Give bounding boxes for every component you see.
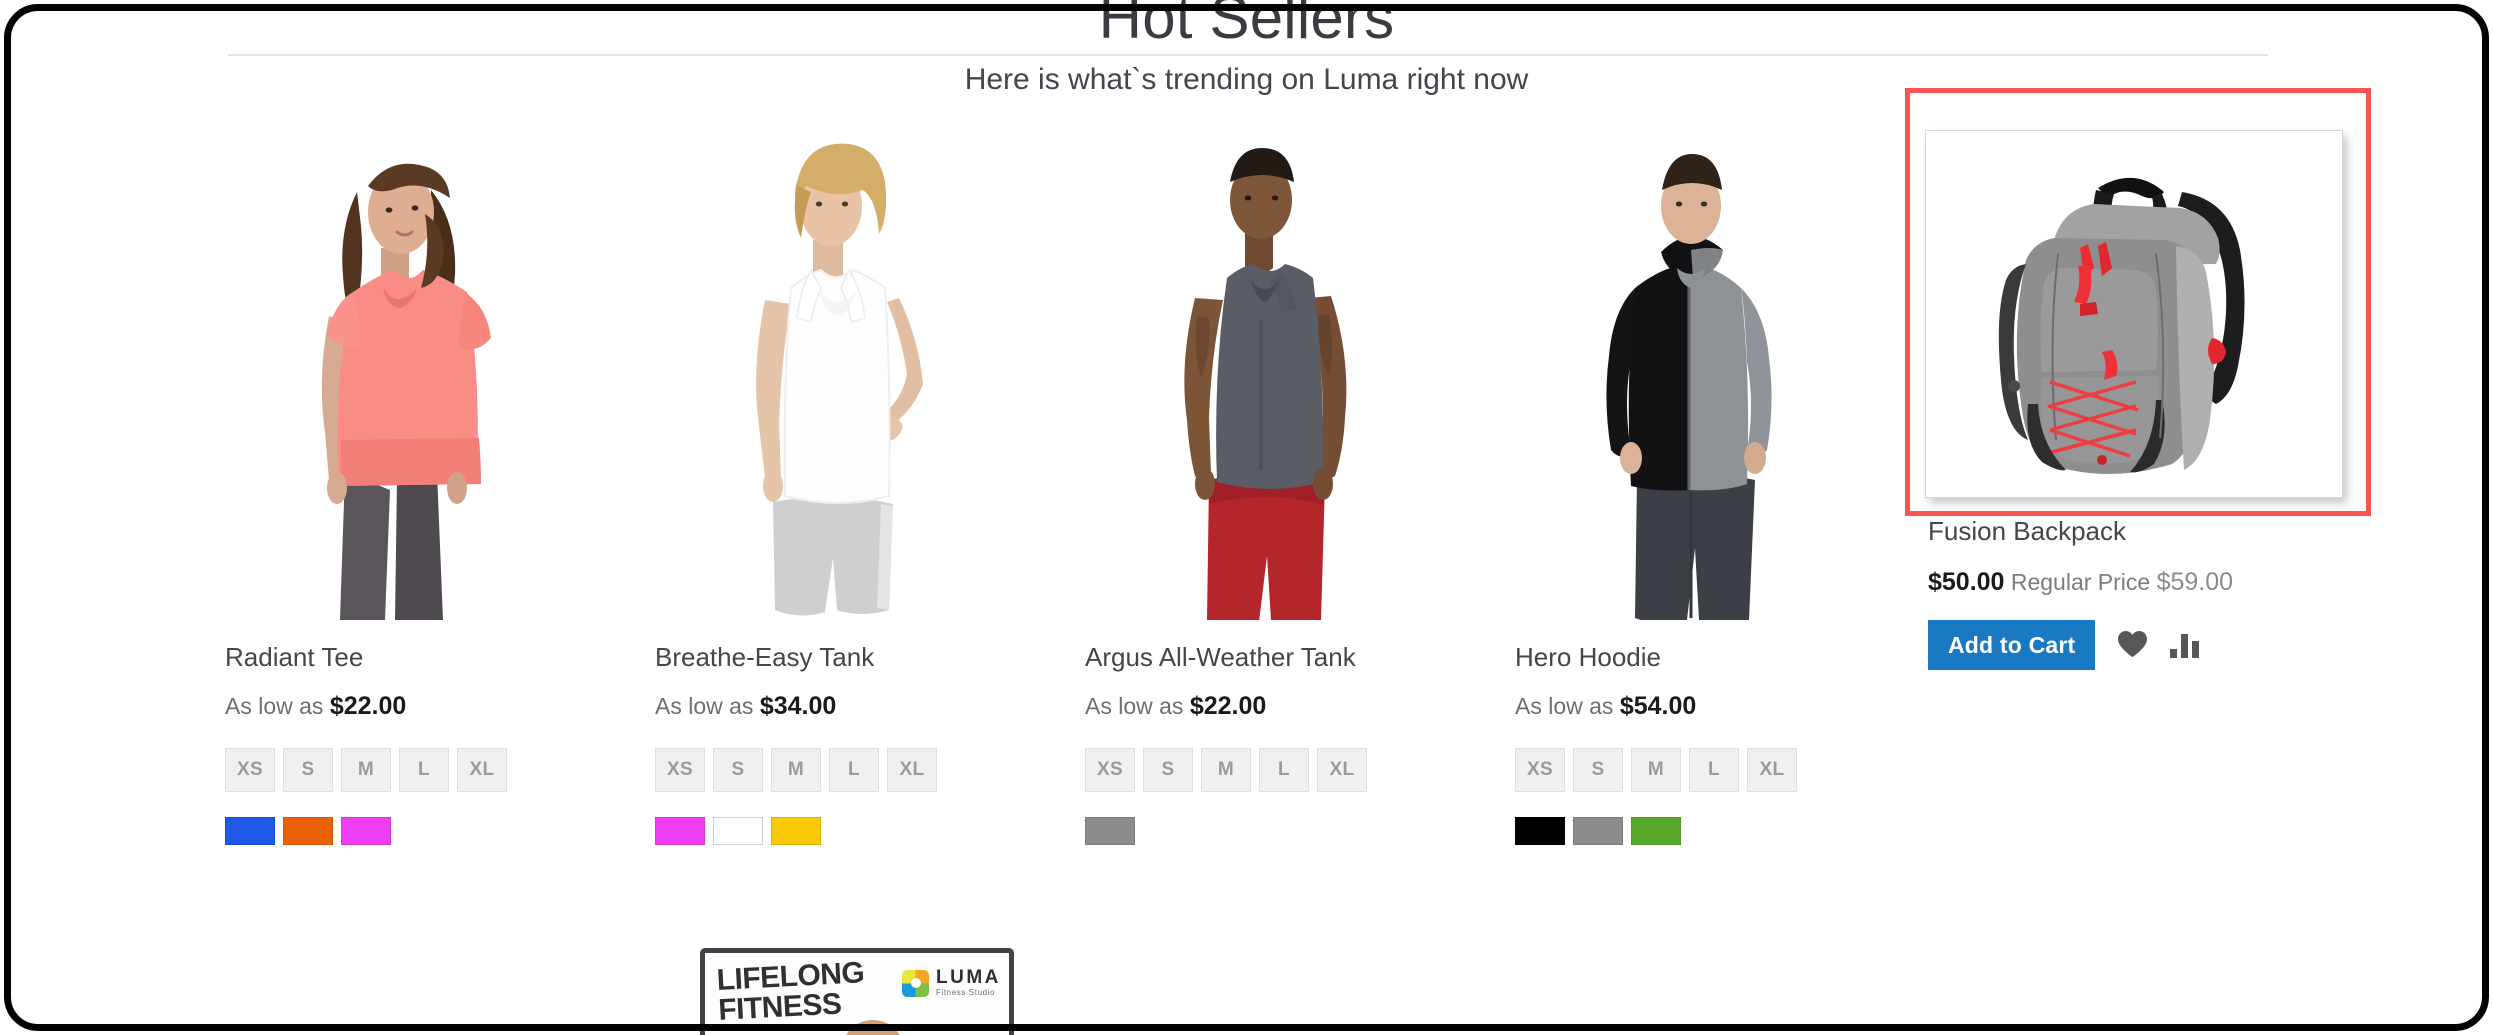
- color-option-magenta[interactable]: [655, 817, 705, 845]
- hot-sellers-page: Hot Sellers Here is what`s trending on L…: [0, 0, 2493, 1035]
- product-image-hero-hoodie[interactable]: [1515, 120, 1885, 620]
- color-option-white[interactable]: [713, 817, 763, 845]
- product-name[interactable]: Radiant Tee: [225, 642, 363, 673]
- color-option-gray[interactable]: [1085, 817, 1135, 845]
- size-option-l[interactable]: L: [399, 748, 449, 792]
- price-prefix: As low as: [655, 693, 754, 719]
- product-price: As low as $22.00: [1085, 692, 1266, 721]
- price-amount: $22.00: [1189, 692, 1267, 720]
- banner-headline: LIFELONG FITNESS: [716, 956, 867, 1027]
- product-name[interactable]: Argus All-Weather Tank: [1085, 642, 1356, 673]
- special-price: $50.00: [1928, 568, 2005, 596]
- color-options: [1085, 817, 1135, 845]
- color-option-black[interactable]: [1515, 817, 1565, 845]
- product-price: As low as $34.00: [655, 692, 836, 721]
- product-card-breathe-easy-tank[interactable]: Breathe-Easy Tank As low as $34.00 XS S …: [655, 120, 1087, 910]
- price-amount: $22.00: [329, 692, 407, 720]
- size-option-xl[interactable]: XL: [1747, 748, 1797, 792]
- product-image-fusion-backpack[interactable]: [1930, 138, 2338, 488]
- size-options: XS S M L XL: [1515, 748, 1797, 792]
- price-prefix: As low as: [1515, 693, 1614, 719]
- wishlist-button[interactable]: [2117, 630, 2148, 661]
- size-option-xs[interactable]: XS: [655, 748, 705, 792]
- color-option-orange[interactable]: [283, 817, 333, 845]
- page-title: Hot Sellers: [1064, 0, 1429, 54]
- size-option-s[interactable]: S: [283, 748, 333, 792]
- size-option-m[interactable]: M: [771, 748, 821, 792]
- product-card-radiant-tee[interactable]: Radiant Tee As low as $22.00 XS S M L XL: [225, 120, 657, 910]
- size-options: XS S M L XL: [1085, 748, 1367, 792]
- color-option-green[interactable]: [1631, 817, 1681, 845]
- product-card-argus-all-weather-tank[interactable]: Argus All-Weather Tank As low as $22.00 …: [1085, 120, 1517, 910]
- price-prefix: As low as: [1085, 693, 1184, 719]
- product-image-radiant-tee[interactable]: [225, 120, 595, 620]
- size-option-l[interactable]: L: [1259, 748, 1309, 792]
- color-options: [1515, 817, 1681, 845]
- luma-logo: LUMA Fitness Studio: [902, 968, 1001, 998]
- product-actions: Add to Cart: [1928, 620, 2348, 670]
- color-option-blue[interactable]: [225, 817, 275, 845]
- size-option-xs[interactable]: XS: [1515, 748, 1565, 792]
- product-name[interactable]: Breathe-Easy Tank: [655, 642, 874, 673]
- regular-price-label: Regular Price: [2010, 569, 2151, 595]
- size-option-l[interactable]: L: [829, 748, 879, 792]
- luma-mark-icon: [902, 969, 929, 997]
- product-name-fusion-backpack[interactable]: Fusion Backpack: [1928, 516, 2348, 546]
- add-to-cart-button[interactable]: Add to Cart: [1928, 620, 2096, 670]
- color-options: [655, 817, 821, 845]
- size-option-m[interactable]: M: [1201, 748, 1251, 792]
- luma-logo-text: LUMA Fitness Studio: [936, 968, 1001, 998]
- product-price-fusion-backpack: $50.00 Regular Price $59.00: [1928, 568, 2348, 596]
- size-option-s[interactable]: S: [1573, 748, 1623, 792]
- lifelong-fitness-banner[interactable]: LIFELONG FITNESS LUMA Fitness Studio: [692, 942, 1022, 1035]
- size-option-m[interactable]: M: [1631, 748, 1681, 792]
- product-card-hero-hoodie[interactable]: Hero Hoodie As low as $54.00 XS S M L XL: [1515, 120, 1947, 910]
- size-option-xs[interactable]: XS: [225, 748, 275, 792]
- size-options: XS S M L XL: [655, 748, 937, 792]
- color-option-gray[interactable]: [1573, 817, 1623, 845]
- header-divider: [228, 54, 2268, 56]
- size-option-s[interactable]: S: [713, 748, 763, 792]
- size-option-l[interactable]: L: [1689, 748, 1739, 792]
- price-amount: $34.00: [759, 692, 837, 720]
- product-image-breathe-easy-tank[interactable]: [655, 120, 1025, 620]
- size-option-xl[interactable]: XL: [457, 748, 507, 792]
- product-image-argus-all-weather-tank[interactable]: [1085, 120, 1455, 620]
- luma-tagline: Fitness Studio: [936, 988, 996, 997]
- size-options: XS S M L XL: [225, 748, 507, 792]
- color-option-yellow[interactable]: [771, 817, 821, 845]
- fusion-backpack-info: Fusion Backpack $50.00 Regular Price $59…: [1928, 516, 2348, 670]
- size-option-s[interactable]: S: [1143, 748, 1193, 792]
- heart-icon: [2117, 630, 2148, 661]
- color-option-magenta[interactable]: [341, 817, 391, 845]
- product-price: As low as $22.00: [225, 692, 406, 721]
- compare-button[interactable]: [2170, 632, 2200, 658]
- luma-wordmark: LUMA: [936, 967, 1001, 988]
- color-options: [225, 817, 391, 845]
- regular-price: $59.00: [2156, 568, 2234, 596]
- price-amount: $54.00: [1619, 692, 1697, 720]
- size-option-m[interactable]: M: [341, 748, 391, 792]
- product-name[interactable]: Hero Hoodie: [1515, 642, 1661, 673]
- compare-bars-icon: [2170, 632, 2200, 658]
- size-option-xl[interactable]: XL: [887, 748, 937, 792]
- page-header: Hot Sellers Here is what`s trending on L…: [0, 0, 2493, 96]
- price-prefix: As low as: [225, 693, 324, 719]
- product-price: As low as $54.00: [1515, 692, 1696, 721]
- size-option-xs[interactable]: XS: [1085, 748, 1135, 792]
- size-option-xl[interactable]: XL: [1317, 748, 1367, 792]
